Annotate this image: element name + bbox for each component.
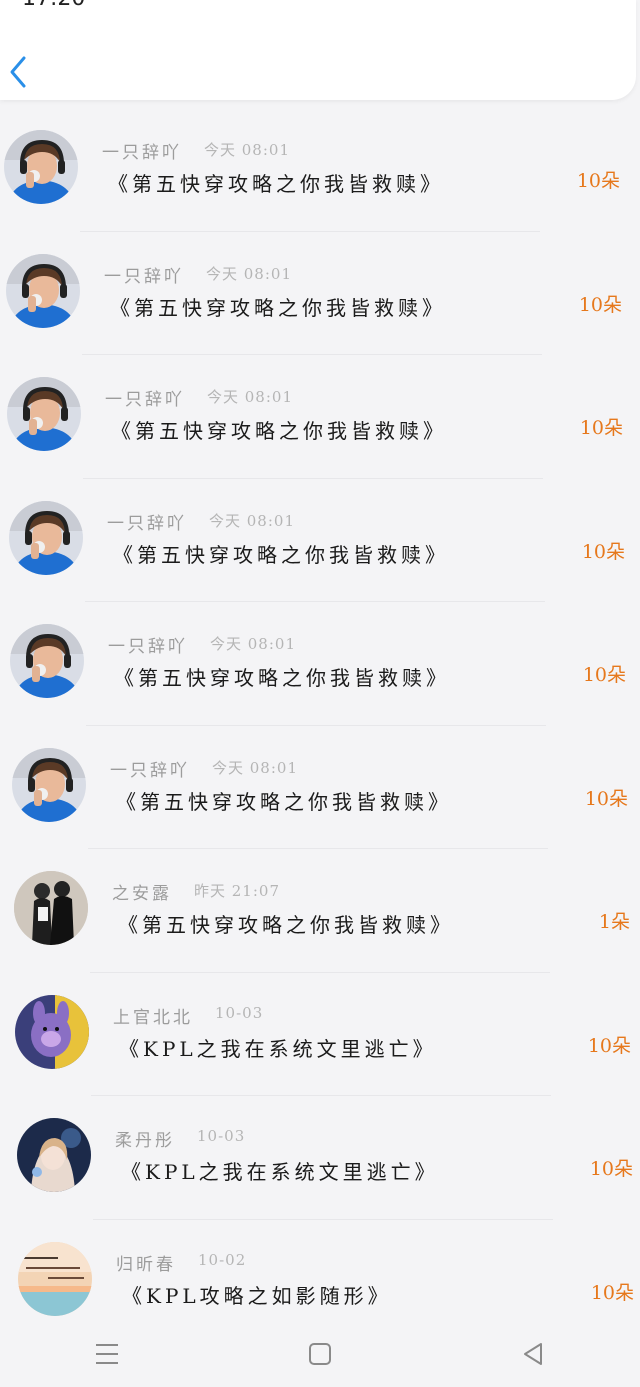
book-title[interactable]: 《第五快穿攻略之你我皆救赎》	[110, 292, 446, 321]
sender-name: 上官北北	[113, 1007, 193, 1028]
message-time: 10-03	[215, 1003, 264, 1022]
flower-count: 10朵	[587, 1034, 631, 1057]
avatar[interactable]	[10, 624, 84, 698]
flower-count: 1朵	[598, 911, 630, 933]
menu-button[interactable]	[77, 1329, 137, 1379]
book-title[interactable]: 《第五快穿攻略之你我皆救赎》	[114, 662, 450, 691]
list-item[interactable]: 一只辞吖 今天 08:01 《第五快穿攻略之你我皆救赎》 10朵	[0, 108, 640, 232]
list-item[interactable]: 一只辞吖 今天 08:01 《第五快穿攻略之你我皆救赎》 10朵	[0, 602, 640, 726]
back-triangle-icon	[524, 1342, 543, 1365]
flower-count: 10朵	[582, 664, 626, 686]
message-time: 昨天 21:07	[194, 882, 280, 900]
avatar[interactable]	[14, 871, 88, 945]
list-item[interactable]: 柔丹彤 10-03 《KPL之我在系统文里逃亡》 10朵	[0, 1096, 640, 1220]
book-title[interactable]: 《KPL攻略之如影随形》	[122, 1280, 392, 1309]
status-time: 17:20	[22, 0, 85, 11]
menu-icon	[95, 1343, 118, 1364]
sender-name: 之安露	[112, 884, 172, 904]
message-time: 今天 08:01	[207, 388, 293, 406]
flower-count: 10朵	[590, 1281, 634, 1304]
message-time: 10-03	[197, 1127, 246, 1145]
flower-count: 10朵	[584, 787, 628, 810]
sender-name: 柔丹彤	[115, 1131, 175, 1151]
home-square-icon	[308, 1342, 331, 1365]
avatar[interactable]	[12, 747, 86, 822]
back-nav-button[interactable]	[503, 1329, 563, 1379]
book-title[interactable]: 《KPL之我在系统文里逃亡》	[121, 1156, 439, 1185]
list-item[interactable]: 上官北北 10-03 《KPL之我在系统文里逃亡》 10朵	[0, 973, 640, 1096]
list-item[interactable]: 一只辞吖 今天 08:01 《第五快穿攻略之你我皆救赎》 10朵	[0, 479, 640, 602]
message-time: 今天 08:01	[204, 141, 290, 159]
flower-count: 10朵	[579, 417, 623, 439]
sender-name: 一只辞吖	[110, 760, 190, 781]
flower-message-list: 一只辞吖 今天 08:01 《第五快穿攻略之你我皆救赎》 10朵 一只辞吖 今天 08:0…	[0, 108, 640, 1343]
message-time: 今天 08:01	[206, 264, 292, 283]
flower-count: 10朵	[589, 1158, 633, 1180]
flower-count: 10朵	[576, 170, 620, 192]
message-time: 10-02	[198, 1250, 247, 1269]
list-item[interactable]: 一只辞吖 今天 08:01 《第五快穿攻略之你我皆救赎》 10朵	[0, 355, 640, 479]
book-title[interactable]: 《KPL之我在系统文里逃亡》	[119, 1033, 437, 1062]
top-bar: 17:20	[0, 0, 636, 100]
message-time: 今天 08:01	[210, 635, 296, 653]
avatar[interactable]	[18, 1241, 92, 1316]
book-title[interactable]: 《第五快穿攻略之你我皆救赎》	[111, 415, 447, 444]
book-title[interactable]: 《第五快穿攻略之你我皆救赎》	[118, 909, 454, 938]
avatar[interactable]	[9, 500, 83, 575]
list-item[interactable]: 之安露 昨天 21:07 《第五快穿攻略之你我皆救赎》 1朵	[0, 849, 640, 973]
sender-name: 一只辞吖	[105, 390, 185, 410]
sender-name: 一只辞吖	[104, 266, 184, 287]
avatar[interactable]	[6, 253, 80, 328]
flower-count: 10朵	[578, 293, 622, 316]
book-title[interactable]: 《第五快穿攻略之你我皆救赎》	[108, 168, 444, 197]
book-title[interactable]: 《第五快穿攻略之你我皆救赎》	[113, 539, 449, 568]
avatar[interactable]	[15, 994, 89, 1069]
message-time: 今天 08:01	[212, 758, 298, 777]
sender-name: 归昕春	[116, 1254, 176, 1275]
sender-name: 一只辞吖	[107, 513, 187, 534]
home-button[interactable]	[290, 1329, 350, 1379]
list-item[interactable]: 一只辞吖 今天 08:01 《第五快穿攻略之你我皆救赎》 10朵	[0, 726, 640, 849]
message-time: 今天 08:01	[209, 511, 295, 530]
sender-name: 一只辞吖	[108, 637, 188, 657]
sender-name: 一只辞吖	[102, 143, 182, 163]
system-navigation-bar	[0, 1320, 640, 1387]
back-arrow-icon	[10, 56, 26, 88]
flower-count: 10朵	[581, 540, 625, 563]
avatar[interactable]	[7, 377, 81, 451]
list-item[interactable]: 一只辞吖 今天 08:01 《第五快穿攻略之你我皆救赎》 10朵	[0, 232, 640, 355]
avatar[interactable]	[4, 130, 78, 204]
back-button[interactable]	[4, 54, 32, 90]
avatar[interactable]	[17, 1118, 91, 1192]
book-title[interactable]: 《第五快穿攻略之你我皆救赎》	[116, 786, 452, 815]
